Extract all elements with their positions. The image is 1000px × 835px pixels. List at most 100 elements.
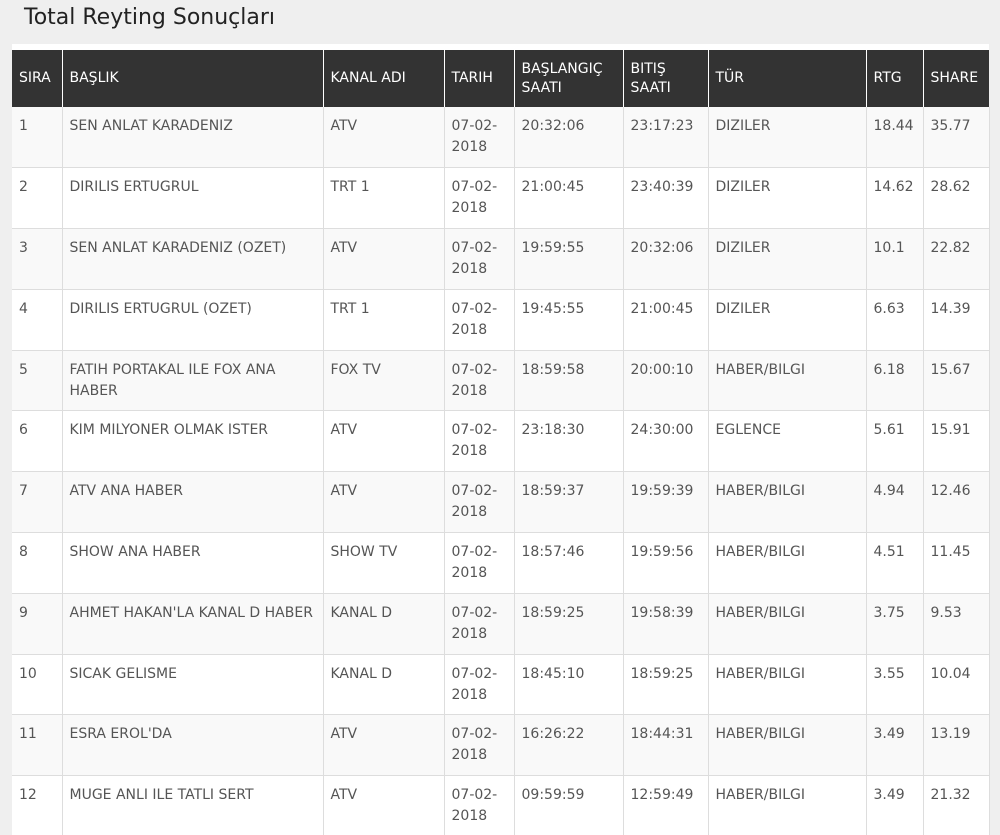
cell-tur: DIZILER	[708, 167, 867, 230]
cell-baslik: DIRILIS ERTUGRUL (OZET)	[62, 289, 324, 351]
cell-baslangic: 18:59:37	[514, 471, 624, 534]
table-row: 5 FATIH PORTAKAL ILE FOX ANA HABER FOX T…	[12, 350, 990, 412]
cell-tur: HABER/BILGI	[708, 775, 867, 835]
cell-tur: HABER/BILGI	[708, 471, 867, 534]
cell-baslangic: 19:59:55	[514, 228, 624, 290]
cell-baslangic: 20:32:06	[514, 107, 624, 169]
cell-rtg: 6.18	[866, 350, 924, 412]
cell-baslangic: 18:57:46	[514, 532, 624, 594]
cell-tarih: 07-02-2018	[444, 593, 515, 655]
cell-bitis: 12:59:49	[623, 775, 709, 835]
cell-kanal: FOX TV	[323, 350, 445, 412]
cell-tur: HABER/BILGI	[708, 350, 867, 412]
cell-bitis: 20:32:06	[623, 228, 709, 290]
cell-sira: 5	[12, 350, 63, 412]
cell-share: 13.19	[923, 714, 990, 777]
cell-tur: DIZILER	[708, 289, 867, 351]
cell-kanal: ATV	[323, 107, 445, 169]
cell-baslik: SICAK GELISME	[62, 654, 324, 716]
cell-tur: DIZILER	[708, 228, 867, 290]
cell-sira: 9	[12, 593, 63, 655]
cell-bitis: 19:59:39	[623, 471, 709, 534]
cell-kanal: SHOW TV	[323, 532, 445, 594]
cell-baslangic: 18:59:25	[514, 593, 624, 655]
header-sira: SIRA	[12, 50, 63, 107]
cell-tarih: 07-02-2018	[444, 228, 515, 290]
cell-share: 12.46	[923, 471, 990, 534]
cell-baslangic: 23:18:30	[514, 410, 624, 473]
cell-bitis: 24:30:00	[623, 410, 709, 473]
table-row: 11 ESRA EROL'DA ATV 07-02-2018 16:26:22 …	[12, 714, 990, 777]
cell-rtg: 3.49	[866, 714, 924, 777]
cell-bitis: 19:59:56	[623, 532, 709, 594]
cell-tur: HABER/BILGI	[708, 532, 867, 594]
cell-tarih: 07-02-2018	[444, 714, 515, 777]
cell-tur: HABER/BILGI	[708, 654, 867, 716]
cell-tarih: 07-02-2018	[444, 289, 515, 351]
cell-bitis: 23:40:39	[623, 167, 709, 230]
cell-share: 35.77	[923, 107, 990, 169]
header-bitis: BITIŞ SAATI	[623, 50, 709, 107]
cell-share: 11.45	[923, 532, 990, 594]
table-row: 10 SICAK GELISME KANAL D 07-02-2018 18:4…	[12, 654, 990, 716]
cell-rtg: 3.55	[866, 654, 924, 716]
cell-bitis: 20:00:10	[623, 350, 709, 412]
cell-bitis: 18:44:31	[623, 714, 709, 777]
cell-rtg: 3.49	[866, 775, 924, 835]
cell-tarih: 07-02-2018	[444, 471, 515, 534]
cell-sira: 7	[12, 471, 63, 534]
table-row: 2 DIRILIS ERTUGRUL TRT 1 07-02-2018 21:0…	[12, 167, 990, 230]
cell-share: 15.67	[923, 350, 990, 412]
table-row: 9 AHMET HAKAN'LA KANAL D HABER KANAL D 0…	[12, 593, 990, 655]
cell-share: 9.53	[923, 593, 990, 655]
cell-kanal: TRT 1	[323, 167, 445, 230]
cell-baslik: DIRILIS ERTUGRUL	[62, 167, 324, 230]
header-tur: TÜR	[708, 50, 867, 107]
cell-baslangic: 21:00:45	[514, 167, 624, 230]
cell-bitis: 21:00:45	[623, 289, 709, 351]
header-baslik: BAŞLIK	[62, 50, 324, 107]
table-row: 3 SEN ANLAT KARADENIZ (OZET) ATV 07-02-2…	[12, 228, 990, 290]
cell-tarih: 07-02-2018	[444, 654, 515, 716]
cell-sira: 3	[12, 228, 63, 290]
cell-share: 21.32	[923, 775, 990, 835]
cell-baslik: ATV ANA HABER	[62, 471, 324, 534]
header-share: SHARE	[923, 50, 989, 107]
cell-baslik: FATIH PORTAKAL ILE FOX ANA HABER	[62, 350, 324, 412]
cell-sira: 4	[12, 289, 63, 351]
cell-baslik: KIM MILYONER OLMAK ISTER	[62, 410, 324, 473]
cell-sira: 12	[12, 775, 63, 835]
cell-baslangic: 16:26:22	[514, 714, 624, 777]
table-row: 7 ATV ANA HABER ATV 07-02-2018 18:59:37 …	[12, 471, 990, 534]
cell-baslangic: 18:45:10	[514, 654, 624, 716]
cell-tarih: 07-02-2018	[444, 107, 515, 169]
cell-kanal: ATV	[323, 775, 445, 835]
page-title: Total Reyting Sonuçları	[24, 5, 276, 30]
cell-kanal: ATV	[323, 471, 445, 534]
header-kanal: KANAL ADI	[323, 50, 445, 107]
cell-baslik: SEN ANLAT KARADENIZ	[62, 107, 324, 169]
ratings-table: SIRA BAŞLIK KANAL ADI TARIH BAŞLANGIÇ SA…	[12, 50, 990, 835]
cell-share: 28.62	[923, 167, 990, 230]
cell-tarih: 07-02-2018	[444, 775, 515, 835]
cell-share: 22.82	[923, 228, 990, 290]
cell-rtg: 5.61	[866, 410, 924, 473]
cell-bitis: 18:59:25	[623, 654, 709, 716]
table-row: 12 MUGE ANLI ILE TATLI SERT ATV 07-02-20…	[12, 775, 990, 835]
cell-share: 10.04	[923, 654, 990, 716]
cell-tarih: 07-02-2018	[444, 410, 515, 473]
cell-sira: 1	[12, 107, 63, 169]
table-row: 6 KIM MILYONER OLMAK ISTER ATV 07-02-201…	[12, 410, 990, 473]
cell-tur: EGLENCE	[708, 410, 867, 473]
cell-tarih: 07-02-2018	[444, 532, 515, 594]
cell-tur: HABER/BILGI	[708, 593, 867, 655]
cell-tarih: 07-02-2018	[444, 350, 515, 412]
cell-kanal: TRT 1	[323, 289, 445, 351]
cell-sira: 6	[12, 410, 63, 473]
cell-rtg: 6.63	[866, 289, 924, 351]
cell-kanal: ATV	[323, 714, 445, 777]
cell-bitis: 23:17:23	[623, 107, 709, 169]
cell-sira: 8	[12, 532, 63, 594]
cell-baslik: SHOW ANA HABER	[62, 532, 324, 594]
cell-sira: 2	[12, 167, 63, 230]
